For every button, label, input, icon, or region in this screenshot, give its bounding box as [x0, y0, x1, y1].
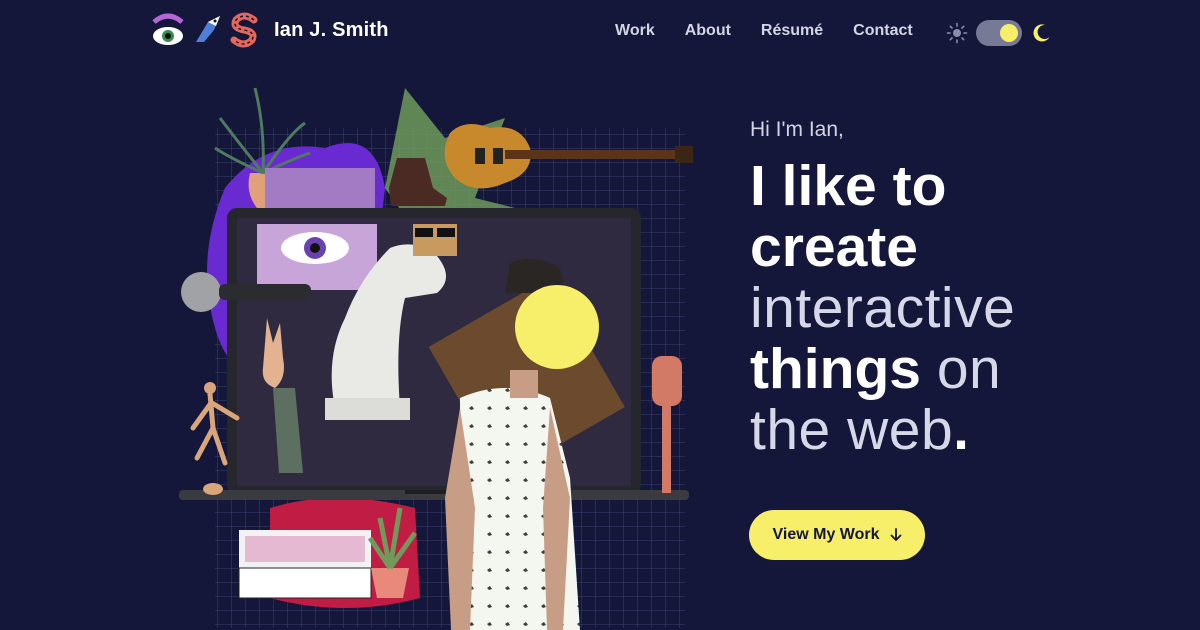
main-nav: Work About Résumé Contact [600, 22, 928, 40]
eye-photo [257, 224, 377, 290]
theme-switch [946, 20, 1052, 46]
site-header: Ian J. Smith Work About Résumé Contact [0, 0, 1200, 66]
toggle-knob [1000, 24, 1018, 42]
headline-line-1: I like to [750, 154, 947, 218]
headline-line-3: interactive [750, 276, 1016, 340]
moon-icon[interactable] [1030, 22, 1052, 44]
bird-icon [196, 16, 220, 42]
sun-icon[interactable] [946, 22, 968, 44]
nav-contact[interactable]: Contact [853, 22, 913, 40]
hero-collage [175, 78, 705, 630]
hero-text: Hi I'm Ian, I like to create interactive… [750, 118, 1170, 461]
collage-illustration [179, 87, 693, 630]
eyebrow-strip [265, 168, 375, 208]
theme-toggle[interactable] [976, 20, 1022, 46]
midi-keyboard-image [238, 530, 372, 599]
site-name: Ian J. Smith [274, 18, 389, 41]
mannequin-base [203, 483, 223, 495]
cta-label: View My Work [772, 526, 880, 543]
nav-work[interactable]: Work [615, 22, 655, 40]
logo-marks [150, 12, 260, 48]
letter-s-icon [230, 12, 258, 48]
view-my-work-button[interactable]: View My Work [749, 510, 925, 560]
face-cover [515, 285, 599, 369]
headline-line-2: create [750, 215, 918, 279]
eye-icon [152, 13, 184, 45]
nav-resume[interactable]: Résumé [761, 22, 823, 40]
headline-dot: . [953, 398, 969, 462]
hero-greeting: Hi I'm Ian, [750, 118, 844, 141]
logo[interactable]: Ian J. Smith [150, 12, 389, 48]
sunglasses-face-image [413, 224, 457, 256]
headline-line-4-light: on [936, 337, 1002, 401]
hero-headline: I like to create interactive things on t… [750, 156, 1170, 461]
headline-line-4-bold: things [750, 337, 921, 401]
nav-about[interactable]: About [685, 22, 731, 40]
arrow-down-icon [890, 528, 901, 541]
headline-line-5: the web [750, 398, 954, 462]
